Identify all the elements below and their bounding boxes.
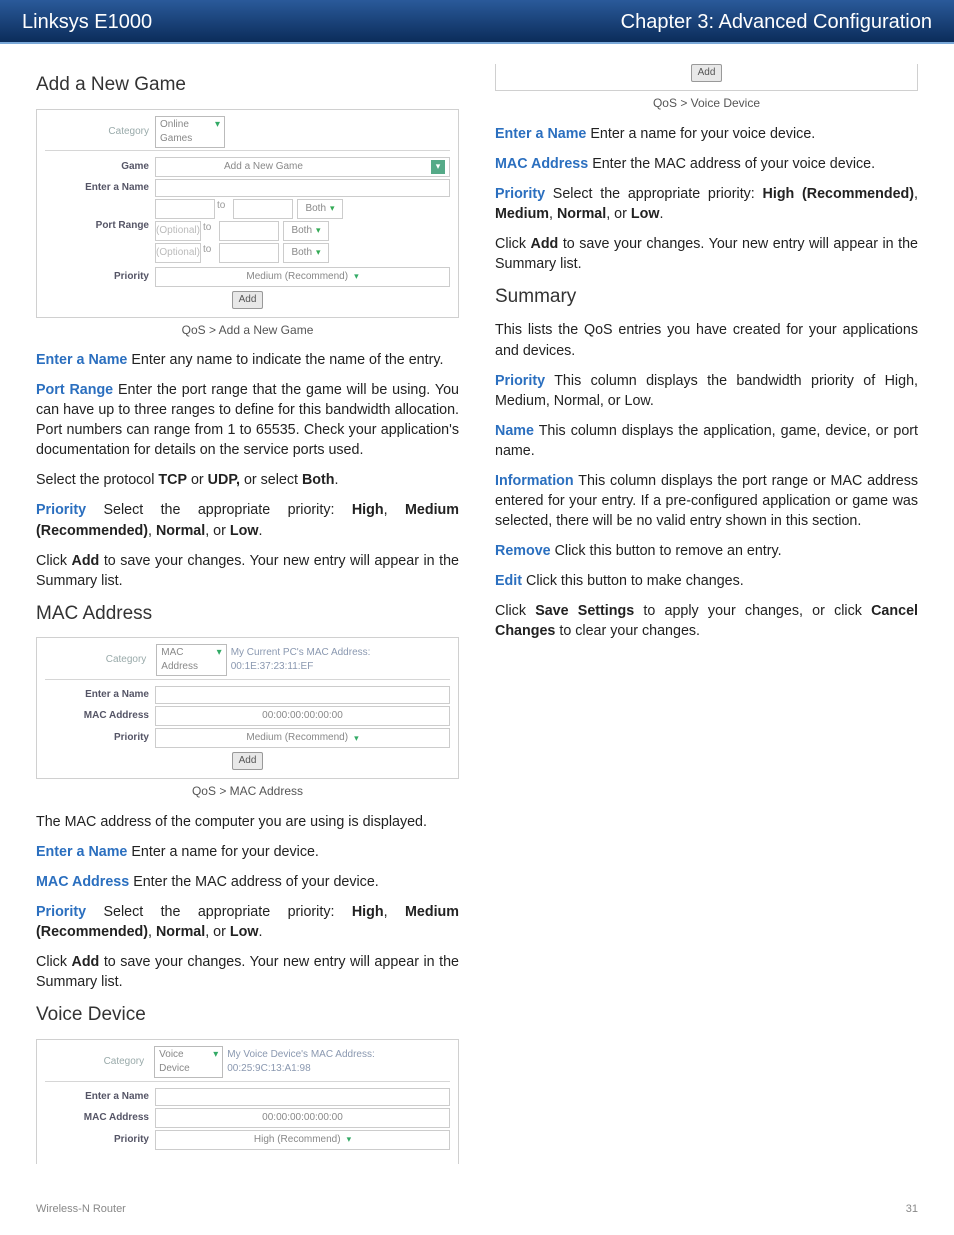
header-left: Linksys E1000	[22, 8, 152, 36]
para-summary-priority: Priority This column displays the bandwi…	[495, 371, 918, 411]
mac-name-input[interactable]	[155, 686, 450, 704]
port-opt-3a[interactable]: (Optional)	[155, 243, 201, 263]
fig-game-label: Game	[45, 157, 155, 177]
para-summary-intro: This lists the QoS entries you have crea…	[495, 320, 918, 360]
mac-addr-label: MAC Address	[45, 706, 155, 726]
priority-dropdown[interactable]: Medium (Recommend)	[155, 267, 450, 287]
mac-cat-label: Category	[45, 651, 152, 669]
game-select[interactable]: Add a New Game ▾	[155, 157, 450, 177]
para-port-range: Port Range Enter the port range that the…	[36, 380, 459, 460]
section-title-add-game: Add a New Game	[36, 72, 459, 99]
voice-addr-input[interactable]: 00:00:00:00:00:00	[155, 1108, 450, 1128]
para-priority-2: Priority Select the appropriate priority…	[36, 902, 459, 942]
figure-add-game: Category Online Games Game Add a New Gam…	[36, 109, 459, 318]
page-footer: Wireless-N Router 31	[36, 1202, 918, 1217]
mac-name-label: Enter a Name	[45, 686, 155, 704]
to-label-3: to	[201, 243, 219, 263]
mac-add-button[interactable]: Add	[232, 752, 264, 770]
section-title-voice: Voice Device	[36, 1002, 459, 1029]
proto-drop-2[interactable]: Both	[283, 221, 329, 241]
current-mac-label: My Current PC's MAC Address: 00:1E:37:23…	[231, 646, 450, 674]
mac-addr-input[interactable]: 00:00:00:00:00:00	[155, 706, 450, 726]
footer-page-number: 31	[906, 1202, 918, 1217]
game-select-text: Add a New Game	[224, 160, 303, 174]
section-title-summary: Summary	[495, 284, 918, 311]
section-title-mac: MAC Address	[36, 601, 459, 628]
caption-mac: QoS > MAC Address	[36, 783, 459, 800]
fig-name-label: Enter a Name	[45, 179, 155, 197]
voice-add-button[interactable]: Add	[691, 64, 723, 82]
fig-priority-label: Priority	[45, 267, 155, 287]
para-voice-priority: Priority Select the appropriate priority…	[495, 184, 918, 224]
to-label-2: to	[201, 221, 219, 241]
voice-name-label: Enter a Name	[45, 1088, 155, 1106]
name-input[interactable]	[155, 179, 450, 197]
voice-cat-label: Category	[45, 1053, 150, 1071]
voice-addr-label: MAC Address	[45, 1108, 155, 1128]
fig-cat-label: Category	[45, 116, 155, 148]
para-summary-edit: Edit Click this button to make changes.	[495, 571, 918, 591]
page-header: Linksys E1000 Chapter 3: Advanced Config…	[0, 0, 954, 44]
para-enter-name: Enter a Name Enter any name to indicate …	[36, 350, 459, 370]
dropdown-arrow-icon: ▾	[431, 160, 445, 174]
fig-portrange-label: Port Range	[45, 199, 155, 253]
category-dropdown[interactable]: Online Games	[155, 116, 225, 148]
para-protocol: Select the protocol TCP or UDP, or selec…	[36, 470, 459, 490]
caption-voice: QoS > Voice Device	[495, 95, 918, 112]
footer-left: Wireless-N Router	[36, 1202, 126, 1217]
add-button[interactable]: Add	[232, 291, 264, 309]
proto-drop-1[interactable]: Both	[297, 199, 343, 219]
figure-mac: Category MAC Address My Current PC's MAC…	[36, 637, 459, 779]
para-mac-addr: MAC Address Enter the MAC address of you…	[36, 872, 459, 892]
port-to-3[interactable]	[219, 243, 279, 263]
mac-pri-label: Priority	[45, 728, 155, 748]
page-body: Add a New Game Category Online Games Gam…	[0, 44, 954, 1164]
para-voice-name: Enter a Name Enter a name for your voice…	[495, 124, 918, 144]
para-mac-name: Enter a Name Enter a name for your devic…	[36, 842, 459, 862]
para-voice-mac: MAC Address Enter the MAC address of you…	[495, 154, 918, 174]
para-priority-1: Priority Select the appropriate priority…	[36, 500, 459, 540]
header-right: Chapter 3: Advanced Configuration	[621, 8, 932, 36]
mac-priority-dropdown[interactable]: Medium (Recommend)	[155, 728, 450, 748]
para-click-add-1: Click Add to save your changes. Your new…	[36, 551, 459, 591]
para-summary-name: Name This column displays the applicatio…	[495, 421, 918, 461]
mac-cat-dropdown[interactable]: MAC Address	[156, 644, 226, 676]
to-label: to	[215, 199, 233, 219]
voice-name-input[interactable]	[155, 1088, 450, 1106]
voice-priority-dropdown[interactable]: High (Recommend)	[155, 1130, 450, 1150]
para-summary-save: Click Save Settings to apply your change…	[495, 601, 918, 641]
para-click-add-3: Click Add to save your changes. Your new…	[495, 234, 918, 274]
port-to-1[interactable]	[233, 199, 293, 219]
port-to-2[interactable]	[219, 221, 279, 241]
para-click-add-2: Click Add to save your changes. Your new…	[36, 952, 459, 992]
port-from-1[interactable]	[155, 199, 215, 219]
para-summary-remove: Remove Click this button to remove an en…	[495, 541, 918, 561]
proto-drop-3[interactable]: Both	[283, 243, 329, 263]
port-opt-2a[interactable]: (Optional)	[155, 221, 201, 241]
para-mac-displayed: The MAC address of the computer you are …	[36, 812, 459, 832]
voice-cat-dropdown[interactable]: Voice Device	[154, 1046, 223, 1078]
voice-pri-label: Priority	[45, 1130, 155, 1150]
voice-mac-label: My Voice Device's MAC Address: 00:25:9C:…	[227, 1048, 450, 1076]
caption-add-game: QoS > Add a New Game	[36, 322, 459, 339]
para-summary-info: Information This column displays the por…	[495, 471, 918, 531]
